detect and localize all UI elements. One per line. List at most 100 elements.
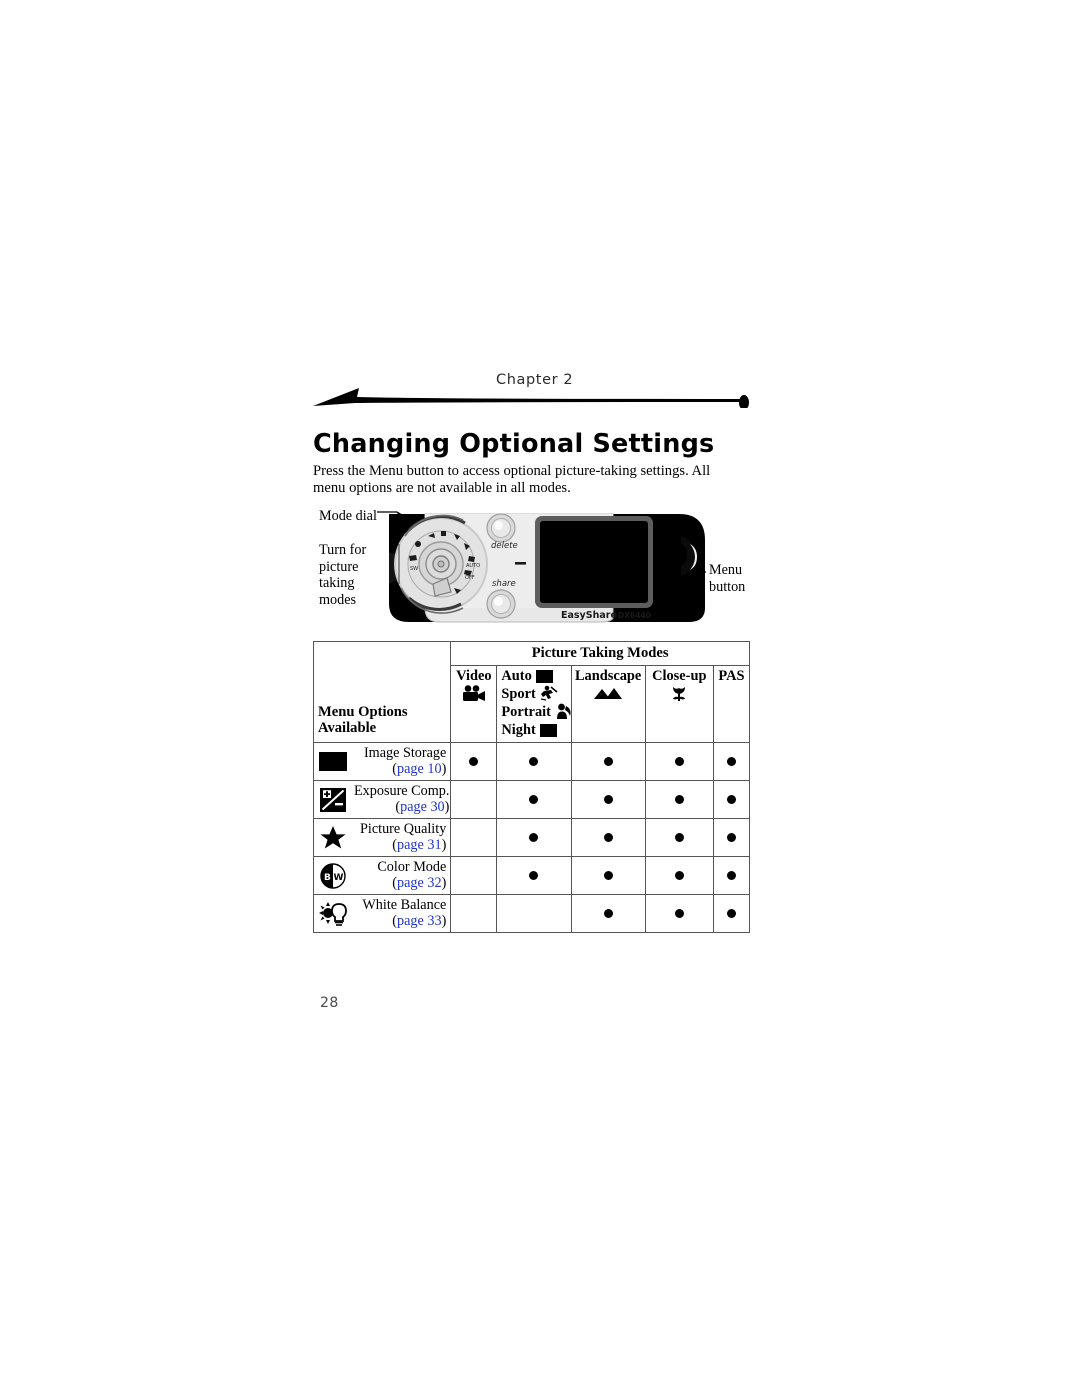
share-button-label: share xyxy=(492,579,516,589)
chapter-header: Chapter 2 xyxy=(313,372,750,408)
availability-video xyxy=(450,856,498,895)
availability-dot xyxy=(529,794,539,804)
availability-dot xyxy=(726,870,736,880)
camera-figure: Mode dial Turn for picture taking modes … xyxy=(313,500,753,630)
mode-sport-label: Sport xyxy=(501,685,536,702)
svg-text:OFF: OFF xyxy=(465,575,475,581)
page-word[interactable]: page xyxy=(397,875,424,891)
table-row: Image Storage (page 10) xyxy=(312,742,751,781)
availability-dot xyxy=(603,756,613,766)
table-row: B W Color Mode (page 32) xyxy=(312,856,751,895)
menu-option-label: White Balance xyxy=(362,897,447,913)
column-header-landscape: Landscape xyxy=(570,665,646,743)
page-number[interactable]: 32 xyxy=(427,875,441,891)
share-button: share xyxy=(486,579,516,619)
menu-option-label: Picture Quality xyxy=(360,821,447,837)
page-reference: (page 10) xyxy=(392,760,447,777)
availability-dot xyxy=(674,908,684,918)
availability-close-up xyxy=(644,818,714,857)
page-word[interactable]: page xyxy=(397,761,424,777)
svg-text:AUTO: AUTO xyxy=(466,563,480,569)
availability-close-up xyxy=(644,742,714,781)
mode-sport: Sport xyxy=(501,685,567,703)
table-row: Picture Quality (page 31) xyxy=(312,818,751,857)
chapter-rule-decoration xyxy=(313,388,749,408)
runner-icon xyxy=(540,685,558,703)
tulip-icon xyxy=(646,685,713,704)
availability-dot xyxy=(529,870,539,880)
availability-dot xyxy=(674,870,684,880)
availability-close-up xyxy=(644,780,714,819)
availability-dot xyxy=(603,870,613,880)
menu-option-white-balance: White Balance (page 33) xyxy=(312,894,452,933)
page-word[interactable]: page xyxy=(400,799,427,815)
availability-pas xyxy=(712,856,751,895)
mode-portrait: Portrait xyxy=(501,703,571,722)
sun-bulb-icon xyxy=(317,901,349,927)
page-number[interactable]: 33 xyxy=(427,913,441,929)
page-number[interactable]: 31 xyxy=(427,837,441,853)
availability-dot xyxy=(529,756,539,766)
availability-dot xyxy=(529,832,539,842)
availability-video xyxy=(450,742,498,781)
availability-close-up xyxy=(644,856,714,895)
column-header-video-label: Video xyxy=(456,668,492,684)
svg-text:B: B xyxy=(324,873,331,883)
availability-video xyxy=(450,818,498,857)
page-number[interactable]: 30 xyxy=(430,799,444,815)
availability-video xyxy=(450,894,498,933)
availability-dot xyxy=(603,832,613,842)
availability-dot xyxy=(674,832,684,842)
page-word[interactable]: page xyxy=(397,837,424,853)
mountains-icon xyxy=(572,685,645,702)
menu-option-color-mode: B W Color Mode (page 32) xyxy=(312,856,452,895)
menu-option-exposure-comp: Exposure Comp. (page 30) xyxy=(312,780,452,819)
dash-mark xyxy=(515,562,526,565)
availability-dot xyxy=(469,756,479,766)
black-square-icon xyxy=(535,670,553,683)
camera-illustration: SW AUTO OFF delete share EasyShare DX644… xyxy=(377,511,706,623)
camera-model-label: DX6440 xyxy=(618,611,651,620)
table-row: White Balance (page 33) xyxy=(312,894,751,933)
page-reference: (page 33) xyxy=(392,912,447,929)
column-header-landscape-label: Landscape xyxy=(574,668,642,684)
availability-video xyxy=(450,780,498,819)
picture-taking-modes-table: Menu Options Available Picture Taking Mo… xyxy=(312,641,751,933)
availability-close-up xyxy=(644,894,714,933)
camera-lcd-screen xyxy=(535,516,653,608)
availability-pas xyxy=(712,894,751,933)
availability-dot xyxy=(726,832,736,842)
availability-landscape xyxy=(570,780,646,819)
column-header-auto-group: Auto Sport Portrait Night xyxy=(496,665,572,743)
availability-auto xyxy=(496,742,572,781)
availability-dot xyxy=(726,908,736,918)
availability-auto xyxy=(496,856,572,895)
menu-option-label: Color Mode xyxy=(377,859,447,875)
star-icon xyxy=(317,825,349,851)
availability-auto xyxy=(496,894,572,933)
availability-landscape xyxy=(570,818,646,857)
mode-night: Night xyxy=(501,722,567,739)
column-header-close-up-label: Close-up xyxy=(652,668,707,684)
availability-dot xyxy=(603,908,613,918)
svg-text:W: W xyxy=(334,873,344,883)
availability-dot xyxy=(726,794,736,804)
page-number-folio: 28 xyxy=(320,995,339,1011)
black-rectangle-icon xyxy=(317,752,349,771)
menu-option-image-storage: Image Storage (page 10) xyxy=(312,742,452,781)
availability-dot xyxy=(674,794,684,804)
svg-text:SW: SW xyxy=(410,566,418,572)
availability-auto xyxy=(496,780,572,819)
intro-paragraph: Press the Menu button to access optional… xyxy=(313,462,711,497)
menu-option-picture-quality: Picture Quality (page 31) xyxy=(312,818,452,857)
page-reference: (page 30) xyxy=(395,798,450,815)
page-word[interactable]: page xyxy=(397,913,424,929)
availability-pas xyxy=(712,818,751,857)
page-title: Changing Optional Settings xyxy=(313,429,715,460)
page-number[interactable]: 10 xyxy=(427,761,441,777)
portrait-head-icon xyxy=(555,703,573,722)
availability-dot xyxy=(674,756,684,766)
availability-auto xyxy=(496,818,572,857)
column-header-close-up: Close-up xyxy=(644,665,714,743)
column-header-video: Video xyxy=(450,665,498,743)
